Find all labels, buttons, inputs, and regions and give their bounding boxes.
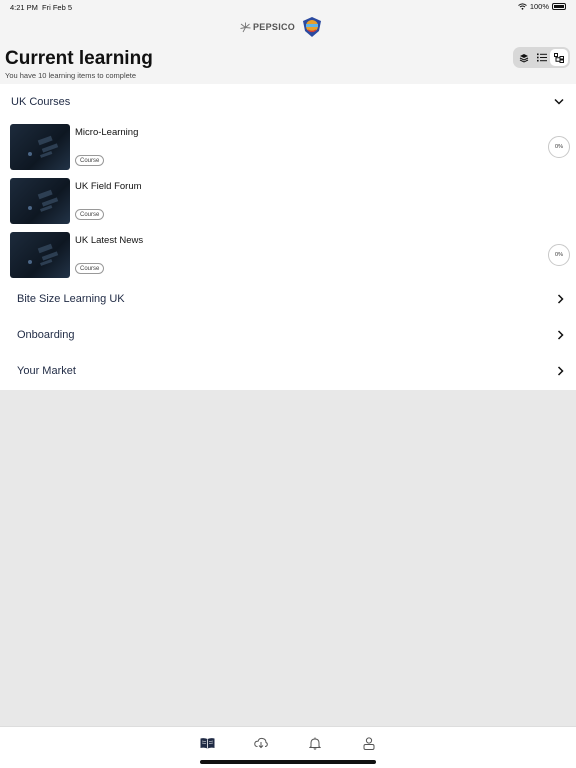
tab-profile[interactable]: [361, 735, 377, 751]
chevron-down-icon[interactable]: [554, 98, 564, 105]
course-item[interactable]: UK Field Forum Course: [10, 178, 570, 224]
category-label: Bite Size Learning UK: [17, 293, 125, 305]
tree-view-button[interactable]: [550, 49, 569, 66]
wifi-icon: [517, 3, 527, 10]
course-thumbnail: [10, 124, 70, 170]
category-row[interactable]: Bite Size Learning UK: [0, 282, 576, 318]
list-icon: [536, 53, 547, 62]
section-header-uk-courses[interactable]: UK Courses: [0, 84, 576, 120]
course-tag: Course: [75, 263, 105, 274]
stack-icon: [519, 53, 529, 63]
book-icon: [200, 738, 214, 749]
bell-icon: [309, 737, 321, 750]
pepsico-logo: PEPSICO: [240, 22, 295, 33]
brand-logos: PEPSICO: [240, 16, 323, 38]
header: PEPSICO Current learning You have 10 lea…: [0, 14, 576, 84]
page-title: Current learning: [5, 48, 153, 69]
course-title: UK Field Forum: [75, 181, 142, 192]
category-row[interactable]: Onboarding: [0, 318, 576, 354]
progress-badge: 0%: [548, 244, 570, 266]
stack-view-button[interactable]: [515, 49, 533, 66]
category-label: Your Market: [17, 365, 76, 377]
chevron-right-icon: [557, 330, 564, 340]
page-subtitle: You have 10 learning items to complete: [5, 71, 137, 80]
course-item[interactable]: Micro-Learning Course 0%: [10, 124, 570, 170]
course-thumbnail: [10, 178, 70, 224]
view-toggle: [513, 47, 570, 68]
learning-content: UK Courses Micro-Learning Course 0% UK F…: [0, 84, 576, 390]
home-indicator: [200, 760, 376, 764]
category-label: Onboarding: [17, 329, 75, 341]
pepsico-leaf-icon: [240, 22, 251, 32]
status-bar: 4:21 PM Fri Feb 5 100%: [0, 0, 576, 14]
chevron-right-icon: [557, 366, 564, 376]
profile-icon: [363, 736, 375, 750]
tab-learning[interactable]: [199, 735, 215, 751]
progress-badge: 0%: [548, 136, 570, 158]
course-title: Micro-Learning: [75, 127, 139, 138]
course-thumbnail-art: [28, 135, 59, 158]
status-date: Fri Feb 5: [42, 3, 73, 12]
status-right: 100%: [517, 2, 566, 11]
download-icon: [254, 737, 268, 749]
pepsico-wordmark: PEPSICO: [253, 22, 296, 32]
course-title: UK Latest News: [75, 235, 144, 246]
course-tag: Course: [75, 155, 105, 166]
tab-notifications[interactable]: [307, 735, 323, 751]
list-view-button[interactable]: [533, 49, 551, 66]
tree-icon: [554, 52, 565, 63]
course-item[interactable]: UK Latest News Course 0%: [10, 232, 570, 278]
battery-percent: 100%: [529, 2, 549, 11]
status-time: 4:21 PM: [10, 3, 38, 12]
battery-icon: [552, 3, 566, 10]
course-thumbnail-art: [28, 189, 59, 212]
course-thumbnail-art: [28, 243, 59, 266]
course-thumbnail: [10, 232, 70, 278]
section-title: UK Courses: [11, 96, 71, 108]
category-row[interactable]: Your Market: [0, 354, 576, 390]
shield-badge-logo: [303, 17, 322, 37]
tab-downloads[interactable]: [253, 735, 269, 751]
course-tag: Course: [75, 209, 105, 220]
chevron-right-icon: [557, 294, 564, 304]
